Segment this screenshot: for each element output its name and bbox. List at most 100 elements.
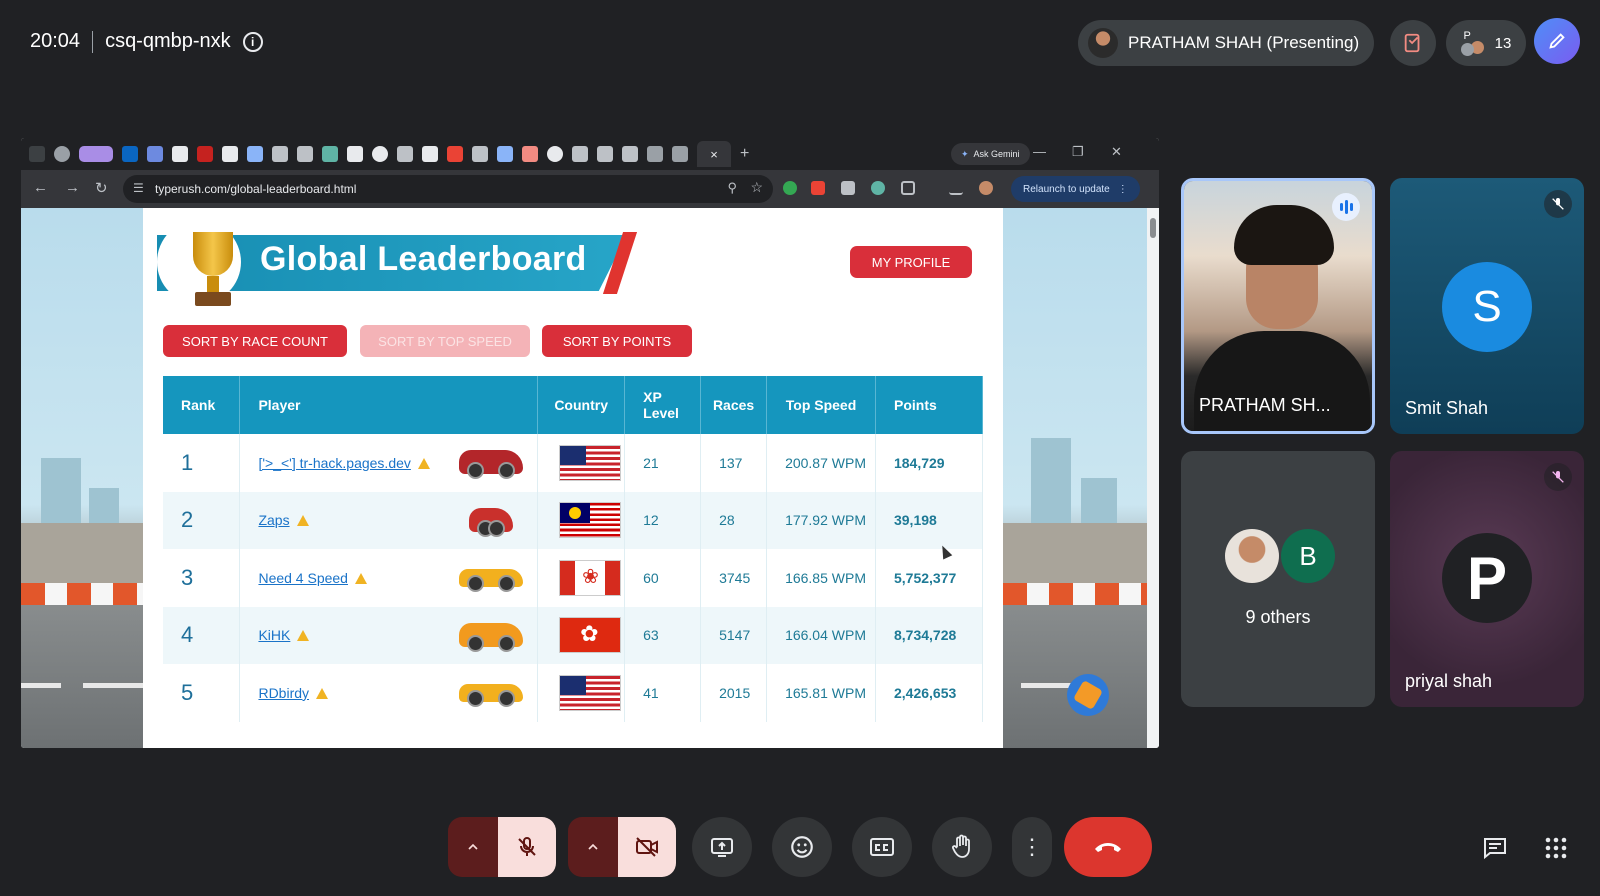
bookmark-star-icon[interactable]: ☆ bbox=[750, 179, 763, 196]
address-bar[interactable]: ☰ typerush.com/global-leaderboard.html ⚲… bbox=[123, 175, 773, 203]
close-window-icon[interactable]: ✕ bbox=[1111, 144, 1122, 160]
tab-notion-icon[interactable] bbox=[622, 146, 638, 162]
trophy-badge bbox=[157, 220, 241, 306]
active-tab-close[interactable]: × bbox=[697, 141, 731, 167]
tab-favicon[interactable] bbox=[172, 146, 188, 162]
column-header-top-speed[interactable]: Top Speed bbox=[766, 376, 876, 434]
gemini-notes-button[interactable] bbox=[1534, 18, 1580, 64]
captions-button[interactable] bbox=[852, 817, 912, 877]
site-settings-icon[interactable]: ☰ bbox=[133, 181, 144, 195]
tab-favicon[interactable] bbox=[672, 146, 688, 162]
extensions-puzzle-icon[interactable] bbox=[901, 181, 915, 195]
tab-gemini-icon[interactable] bbox=[497, 146, 513, 162]
warning-icon bbox=[296, 515, 309, 527]
xp-cell: 12 bbox=[624, 491, 702, 549]
minimize-icon[interactable]: — bbox=[1033, 144, 1046, 159]
tab-favicon[interactable] bbox=[347, 146, 363, 162]
scrollbar-thumb[interactable] bbox=[1150, 218, 1156, 238]
ask-gemini-button[interactable]: ✦ Ask Gemini bbox=[951, 143, 1030, 165]
raise-hand-button[interactable] bbox=[932, 817, 992, 877]
tab-favicon[interactable] bbox=[647, 146, 663, 162]
my-profile-button[interactable]: MY PROFILE bbox=[850, 246, 972, 278]
video-options-button[interactable] bbox=[568, 817, 618, 877]
participant-tile-priyal[interactable]: P priyal shah bbox=[1390, 451, 1584, 707]
tab-favicon[interactable] bbox=[147, 146, 163, 162]
tab-gemini-icon[interactable] bbox=[247, 146, 263, 162]
extension-icon[interactable] bbox=[811, 181, 825, 195]
chat-button[interactable] bbox=[1482, 836, 1508, 865]
tab-search-icon[interactable] bbox=[29, 146, 45, 162]
player-link[interactable]: RDbirdy bbox=[258, 685, 309, 701]
zoom-icon[interactable]: ⚲ bbox=[727, 180, 737, 196]
player-link[interactable]: KiHK bbox=[258, 627, 290, 643]
player-link[interactable]: Zaps bbox=[258, 512, 289, 528]
forward-arrow-icon[interactable]: → bbox=[65, 179, 80, 196]
player-link[interactable]: ['>_<'] tr-hack.pages.dev bbox=[258, 455, 410, 471]
activities-button[interactable] bbox=[1544, 836, 1568, 865]
tab-group-chip[interactable] bbox=[79, 146, 113, 162]
new-tab-button[interactable]: + bbox=[740, 145, 749, 163]
road-marking bbox=[21, 683, 61, 688]
tab-linkedin-icon[interactable] bbox=[122, 146, 138, 162]
rank-cell: 4 bbox=[163, 606, 241, 664]
restore-icon[interactable]: ❐ bbox=[1072, 144, 1084, 160]
vehicle-car-icon bbox=[459, 622, 524, 652]
tab-favicon[interactable] bbox=[197, 146, 213, 162]
host-controls-button[interactable] bbox=[1390, 20, 1436, 66]
reload-icon[interactable]: ↻ bbox=[95, 179, 108, 197]
column-header-player[interactable]: Player bbox=[239, 376, 539, 434]
tab-favicon[interactable] bbox=[272, 146, 288, 162]
relaunch-button[interactable]: Relaunch to update ⋮ bbox=[1011, 176, 1140, 202]
vehicle-motorcycle-icon bbox=[469, 507, 514, 537]
reactions-button[interactable] bbox=[772, 817, 832, 877]
tab-favicon[interactable] bbox=[54, 146, 70, 162]
page-scrollbar[interactable] bbox=[1147, 208, 1159, 748]
profile-avatar[interactable] bbox=[979, 181, 993, 195]
tab-favicon[interactable] bbox=[222, 146, 238, 162]
participant-tile-smit[interactable]: S Smit Shah bbox=[1390, 178, 1584, 434]
player-link[interactable]: Need 4 Speed bbox=[258, 570, 348, 586]
track-barrier bbox=[1003, 583, 1147, 605]
participant-tile-others[interactable]: B 9 others bbox=[1181, 451, 1375, 707]
tab-favicon[interactable] bbox=[422, 146, 438, 162]
presenter-chip[interactable]: PRATHAM SHAH (Presenting) bbox=[1078, 20, 1374, 66]
tab-notion-icon[interactable] bbox=[472, 146, 488, 162]
more-vert-icon[interactable]: ⋮ bbox=[1118, 184, 1128, 195]
extension-icon[interactable] bbox=[783, 181, 797, 195]
others-count-label: 9 others bbox=[1245, 607, 1311, 627]
extension-icon[interactable] bbox=[871, 181, 885, 195]
info-icon[interactable]: i bbox=[242, 31, 263, 52]
column-header-points[interactable]: Points bbox=[875, 376, 984, 434]
people-button[interactable]: P 13 bbox=[1446, 20, 1526, 66]
tab-favicon[interactable] bbox=[322, 146, 338, 162]
tab-github-icon[interactable] bbox=[547, 146, 563, 162]
back-arrow-icon[interactable]: ← bbox=[33, 179, 48, 196]
extension-icon[interactable] bbox=[841, 181, 855, 195]
sort-top-speed-button[interactable]: SORT BY TOP SPEED bbox=[360, 325, 530, 357]
audio-options-button[interactable] bbox=[448, 817, 498, 877]
tab-favicon[interactable] bbox=[572, 146, 588, 162]
rank-cell: 3 bbox=[163, 549, 241, 607]
column-header-races[interactable]: Races bbox=[700, 376, 768, 434]
more-options-button[interactable]: ⋮ bbox=[1012, 817, 1052, 877]
tab-favicon[interactable] bbox=[372, 146, 388, 162]
browser-toolbar: ← → ↻ ☰ typerush.com/global-leaderboard.… bbox=[21, 170, 1159, 208]
column-header-rank[interactable]: Rank bbox=[163, 376, 241, 434]
tab-notion-icon[interactable] bbox=[297, 146, 313, 162]
camera-toggle-button[interactable] bbox=[618, 817, 676, 877]
tab-gmail-icon[interactable] bbox=[447, 146, 463, 162]
download-icon[interactable] bbox=[949, 181, 963, 195]
tab-favicon[interactable] bbox=[522, 146, 538, 162]
end-call-button[interactable] bbox=[1064, 817, 1152, 877]
tab-apple-icon[interactable] bbox=[397, 146, 413, 162]
participant-tile-pratham[interactable]: PRATHAM SH... bbox=[1181, 178, 1375, 434]
floating-widget-button[interactable] bbox=[1067, 674, 1109, 716]
column-header-xp-level[interactable]: XP Level bbox=[624, 376, 702, 434]
column-header-country[interactable]: Country bbox=[537, 376, 626, 434]
sort-points-button[interactable]: SORT BY POINTS bbox=[542, 325, 692, 357]
sort-race-count-button[interactable]: SORT BY RACE COUNT bbox=[163, 325, 347, 357]
tab-notion-icon[interactable] bbox=[597, 146, 613, 162]
road-marking bbox=[83, 683, 143, 688]
microphone-toggle-button[interactable] bbox=[498, 817, 556, 877]
present-screen-button[interactable] bbox=[692, 817, 752, 877]
